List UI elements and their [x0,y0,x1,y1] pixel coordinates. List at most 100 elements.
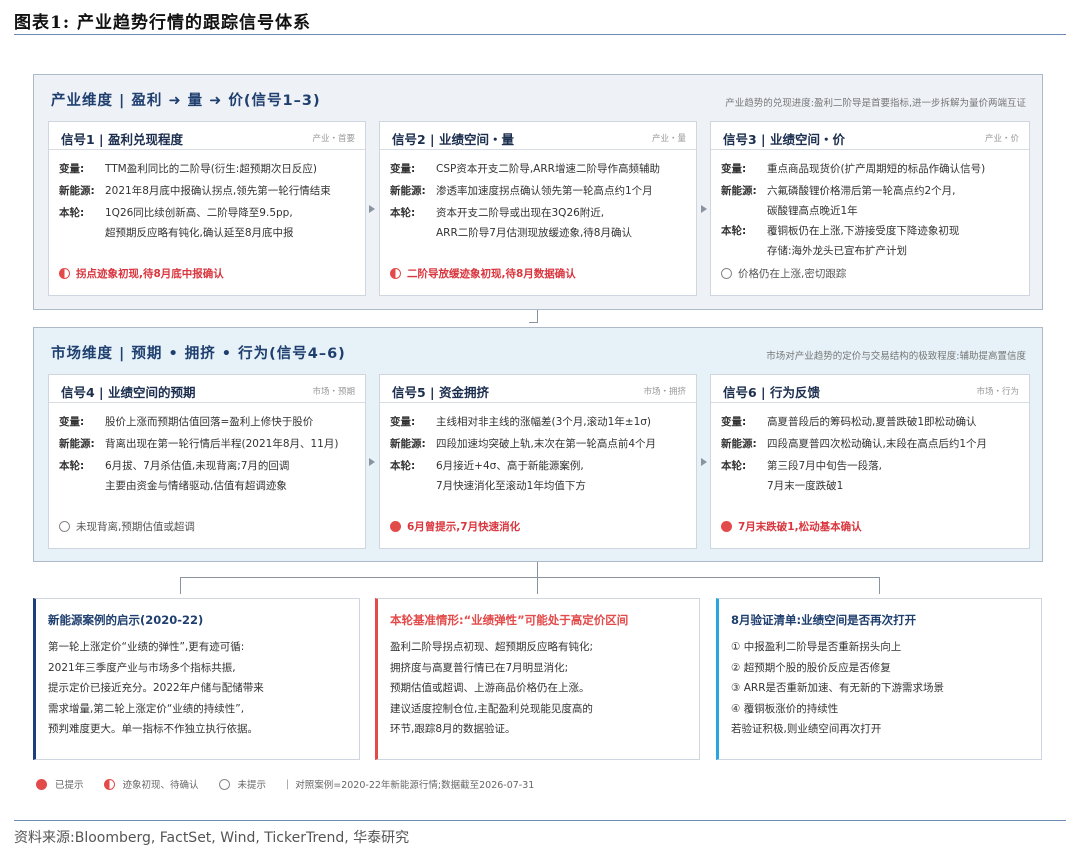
card-title: 信号5 | 资金拥挤 [392,385,489,400]
row-key: 新能源: [721,185,757,197]
base-case-card: 本轮基准情形:“业绩弹性”可能处于高定价区间 盈利二阶导拐点初现、超预期反应略有… [375,598,700,760]
half-dot-icon [59,268,70,279]
row-current: 本轮: 1Q26同比续创新高、二阶导降至9.5pp, 超预期反应略有钝化,确认延至8… [59,202,359,242]
status-text: 未现背离,预期估值或超调 [76,521,195,533]
row-key: 变量: [59,163,85,175]
empty-dot-icon [59,521,70,532]
card-title: 信号1 | 盈利兑现程度 [61,132,183,147]
legend-item: 迹象初现、待确认 [103,777,199,791]
text-line: 环节,跟踪8月的数据验证。 [390,723,516,735]
card-title: 信号6 | 行为反馈 [723,385,820,400]
row-value: 1Q26同比续创新高、二阶导降至9.5pp, [105,207,293,219]
card-title: 信号4 | 业绩空间的预期 [61,385,196,400]
row-key: 本轮: [721,460,747,472]
card-tag: 产业・价 [984,134,1019,144]
row-value: ARR二阶导7月估测现放缓迹象,待8月确认 [436,227,632,239]
card-header: 信号2 | 业绩空间・量 产业・量 [380,122,696,150]
card-tag: 产业・量 [651,134,686,144]
row-value: 6月接近+4σ、高于新能源案例, [436,460,584,472]
signal-card-2: 信号2 | 业绩空间・量 产业・量 变量: CSP资本开支二阶导,ARR增速二阶导… [379,121,697,296]
row-key: 变量: [721,163,747,175]
row-key: 新能源: [721,438,757,450]
text-line: 建议适度控制仓位,主配盈利兑现能见度高的 [390,702,593,715]
row-key: 变量: [721,416,747,428]
text-line: 盈利二阶导拐点初现、超预期反应略有钝化; [390,641,594,653]
row-current: 本轮: 6月拔、7月杀估值,未现背离;7月的回调 主要由资金与情绪驱动,估值有超调迹… [59,455,359,495]
row-value: 背离出现在第一轮行情后半程(2021年8月、11月) [105,438,339,450]
status-text: 6月曾提示,7月快速消化 [407,521,521,533]
row-current: 本轮: 第三段7月中旬告一段落, 7月末一度跌破1 [721,455,1023,495]
card-title: 信号2 | 业绩空间・量 [392,132,514,147]
connector-line [529,322,538,323]
source-note: 资料来源:Bloomberg, FactSet, Wind, TickerTre… [14,830,410,846]
row-value: 7月末一度跌破1 [767,480,844,492]
row-value: 四段加速均突破上轨,末次在第一轮高点前4个月 [436,438,657,450]
row-key: 新能源: [390,185,426,197]
panel-title: 产业维度 | 盈利 ➜ 量 ➜ 价(信号1–3) [51,93,321,109]
legend-separator: | [286,778,290,790]
card-title: 信号3 | 业绩空间・价 [723,132,845,147]
top-divider [14,34,1066,35]
status-text: 价格仍在上涨,密切跟踪 [738,268,847,280]
row-new-energy: 新能源: 渗透率加速度拐点确认领先第一轮高点约1个月 [390,180,690,202]
status-line: 价格仍在上涨,密切跟踪 [721,266,846,281]
panel-note: 市场对产业趋势的定价与交易结构的极致程度:辅助提高置信度 [766,351,1026,362]
row-key: 本轮: [721,225,747,237]
row-variable: 变量: 高夏普段后的筹码松动,夏普跌破1即松动确认 [721,411,1023,433]
card-tag: 市场・预期 [312,387,355,397]
checklist-item: ③ ARR是否重新加速、有无新的下游需求场景 [731,682,945,694]
row-new-energy: 新能源: 2021年8月底中报确认拐点,领先第一轮行情结束 [59,180,359,202]
card-title: 8月验证清单:业绩空间是否再次打开 [731,613,917,627]
arrow-right-icon [369,458,375,466]
figure-title: 图表1: 产业趋势行情的跟踪信号体系 [14,13,312,33]
row-value: 存储:海外龙头已宣布扩产计划 [767,245,908,257]
row-value: 重点商品现货价(扩产周期短的标品作确认信号) [767,163,986,175]
half-dot-icon [390,268,401,279]
text-line: 需求增量,第二轮上涨定价“业绩的持续性”, [48,702,245,715]
text-line: 预期估值或超调、上游商品价格仍在上涨。 [390,682,590,694]
card-title: 新能源案例的启示(2020-22) [48,613,204,627]
row-value: 第三段7月中旬告一段落, [767,460,883,472]
signal-card-1: 信号1 | 盈利兑现程度 产业・首要 变量: TTM盈利同比的二阶导(衍生:超预期… [48,121,366,296]
empty-dot-icon [218,778,230,790]
card-tag: 市场・拥挤 [643,387,686,397]
row-variable: 变量: 股价上涨而预期估值回落=盈利上修快于股价 [59,411,359,433]
panel-title: 市场维度 | 预期 • 拥挤 • 行为(信号4–6) [51,346,346,362]
market-panel: 市场维度 | 预期 • 拥挤 • 行为(信号4–6) 市场对产业趋势的定价与交易… [33,327,1043,562]
checklist-item: ② 超预期个股的股价反应是否修复 [731,661,891,674]
row-key: 新能源: [59,185,95,197]
legend-label: 已提示 [55,780,84,791]
row-key: 本轮: [59,207,85,219]
row-value: 渗透率加速度拐点确认领先第一轮高点约1个月 [436,185,653,197]
signal-card-6: 信号6 | 行为反馈 市场・行为 变量: 高夏普段后的筹码松动,夏普跌破1即松动确… [710,374,1030,549]
row-value: 主线相对非主线的涨幅差(3个月,滚动1年±1σ) [436,416,652,428]
row-new-energy: 新能源: 背离出现在第一轮行情后半程(2021年8月、11月) [59,433,359,455]
empty-dot-icon [721,268,732,279]
connector-line [180,577,181,594]
checklist-item: ④ 覆铜板涨价的持续性 [731,702,839,715]
connector-line [537,577,538,594]
row-new-energy: 新能源: 四段高夏普四次松动确认,末段在高点后约1个月 [721,433,1023,455]
legend-item: 已提示 [36,777,84,791]
row-value: 主要由资金与情绪驱动,估值有超调迹象 [105,480,287,492]
row-variable: 变量: CSP资本开支二阶导,ARR增速二阶导作高频辅助 [390,158,690,180]
row-value: 高夏普段后的筹码松动,夏普跌破1即松动确认 [767,416,977,428]
row-value: 资本开支二阶导或出现在3Q26附近, [436,207,605,219]
row-current: 本轮: 资本开支二阶导或出现在3Q26附近, ARR二阶导7月估测现放缓迹象,待8月… [390,202,690,242]
row-value: 四段高夏普四次松动确认,末段在高点后约1个月 [767,438,988,450]
row-value: 覆铜板仍在上涨,下游接受度下降迹象初现 [767,225,960,237]
arrow-right-icon [701,458,707,466]
half-dot-icon [103,778,115,790]
row-value: TTM盈利同比的二阶导(衍生:超预期次日反应) [105,163,317,175]
text-line: 拥挤度与高夏普行情已在7月明显消化; [390,661,569,674]
checklist-item: ① 中报盈利二阶导是否重新拐头向上 [731,641,902,653]
legend-label: 迹象初现、待确认 [122,780,199,791]
row-value: 2021年8月底中报确认拐点,领先第一轮行情结束 [105,185,331,197]
industry-panel: 产业维度 | 盈利 ➜ 量 ➜ 价(信号1–3) 产业趋势的兑现进度:盈利二阶导… [33,74,1043,310]
bottom-divider [14,820,1066,821]
row-value: 碳酸锂高点晚近1年 [767,205,858,217]
row-key: 本轮: [390,207,416,219]
full-dot-icon [721,521,732,532]
text-line: 第一轮上涨定价“业绩的弹性”,更有迹可循: [48,641,245,653]
case-lesson-card: 新能源案例的启示(2020-22) 第一轮上涨定价“业绩的弹性”,更有迹可循: … [33,598,360,760]
